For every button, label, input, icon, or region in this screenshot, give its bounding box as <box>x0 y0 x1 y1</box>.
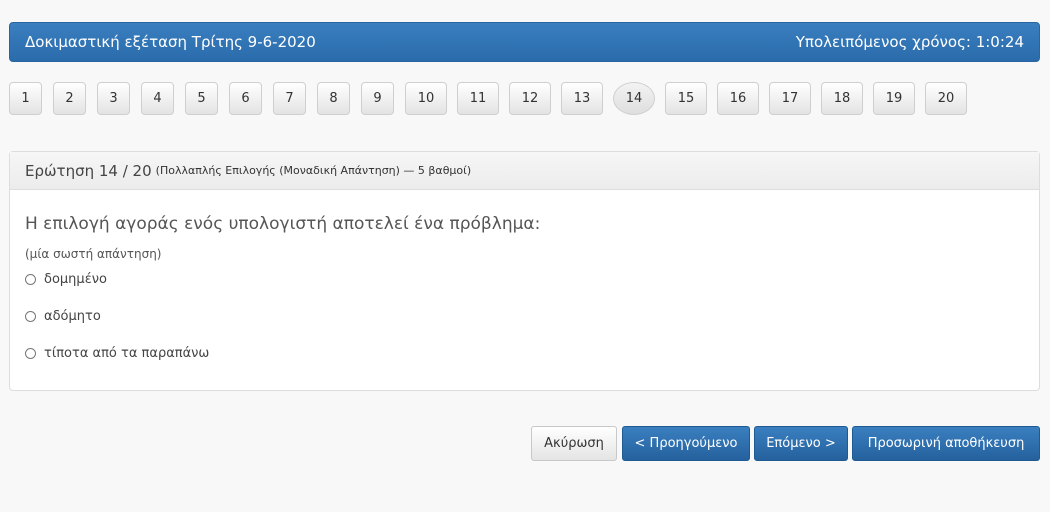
question-nav-button[interactable]: 8 <box>317 82 350 115</box>
question-nav-button[interactable]: 12 <box>509 82 551 115</box>
question-nav-button[interactable]: 18 <box>821 82 863 115</box>
question-nav-button[interactable]: 9 <box>361 82 394 115</box>
question-number: Ερώτηση 14 / 20 <box>25 161 152 180</box>
question-nav-button[interactable]: 10 <box>405 82 447 115</box>
question-nav-button[interactable]: 5 <box>185 82 218 115</box>
question-nav-button[interactable]: 3 <box>97 82 130 115</box>
answer-hint: (μία σωστή απάντηση) <box>25 247 162 261</box>
question-navigation: 1 2 3 4 5 6 7 8 9 10 11 12 13 14 15 16 1… <box>9 82 1009 116</box>
exam-title: Δοκιμαστική εξέταση Τρίτης 9-6-2020 <box>25 33 316 51</box>
cancel-button[interactable]: Ακύρωση <box>531 426 617 461</box>
question-nav-button[interactable]: 15 <box>665 82 707 115</box>
question-text: Η επιλογή αγοράς ενός υπολογιστή αποτελε… <box>25 214 541 234</box>
question-panel: Ερώτηση 14 / 20 (Πολλαπλής Επιλογής (Μον… <box>9 151 1040 391</box>
question-type: (Πολλαπλής Επιλογής (Μοναδική Απάντηση) … <box>155 164 472 177</box>
question-nav-button[interactable]: 4 <box>141 82 174 115</box>
question-nav-button[interactable]: 19 <box>873 82 915 115</box>
radio-button[interactable] <box>25 348 36 359</box>
answer-option[interactable]: τίποτα από τα παραπάνω <box>25 346 209 361</box>
question-nav-button[interactable]: 13 <box>561 82 603 115</box>
question-panel-heading: Ερώτηση 14 / 20 (Πολλαπλής Επιλογής (Μον… <box>10 152 1039 190</box>
question-nav-button[interactable]: 17 <box>769 82 811 115</box>
question-nav-button[interactable]: 11 <box>457 82 499 115</box>
answer-option[interactable]: δομημένο <box>25 272 107 287</box>
answer-option-label: τίποτα από τα παραπάνω <box>44 346 210 361</box>
question-nav-button[interactable]: 7 <box>273 82 306 115</box>
radio-button[interactable] <box>25 311 36 322</box>
temporary-save-button[interactable]: Προσωρινή αποθήκευση <box>852 426 1040 461</box>
next-button[interactable]: Επόμενο > <box>754 426 848 461</box>
current-question-button[interactable]: 14 <box>613 82 655 115</box>
question-nav-button[interactable]: 16 <box>717 82 759 115</box>
previous-button[interactable]: < Προηγούμενο <box>622 426 750 461</box>
radio-button[interactable] <box>25 274 36 285</box>
answer-option-label: αδόμητο <box>44 309 101 324</box>
question-nav-button[interactable]: 2 <box>53 82 86 115</box>
answer-option-label: δομημένο <box>44 272 107 287</box>
answer-option[interactable]: αδόμητο <box>25 309 101 324</box>
question-nav-button[interactable]: 6 <box>229 82 262 115</box>
exam-header: Δοκιμαστική εξέταση Τρίτης 9-6-2020 Υπολ… <box>9 22 1040 62</box>
remaining-time: Υπολειπόμενος χρόνος: 1:0:24 <box>795 33 1024 51</box>
question-nav-button[interactable]: 1 <box>9 82 42 115</box>
question-nav-button[interactable]: 20 <box>925 82 967 115</box>
